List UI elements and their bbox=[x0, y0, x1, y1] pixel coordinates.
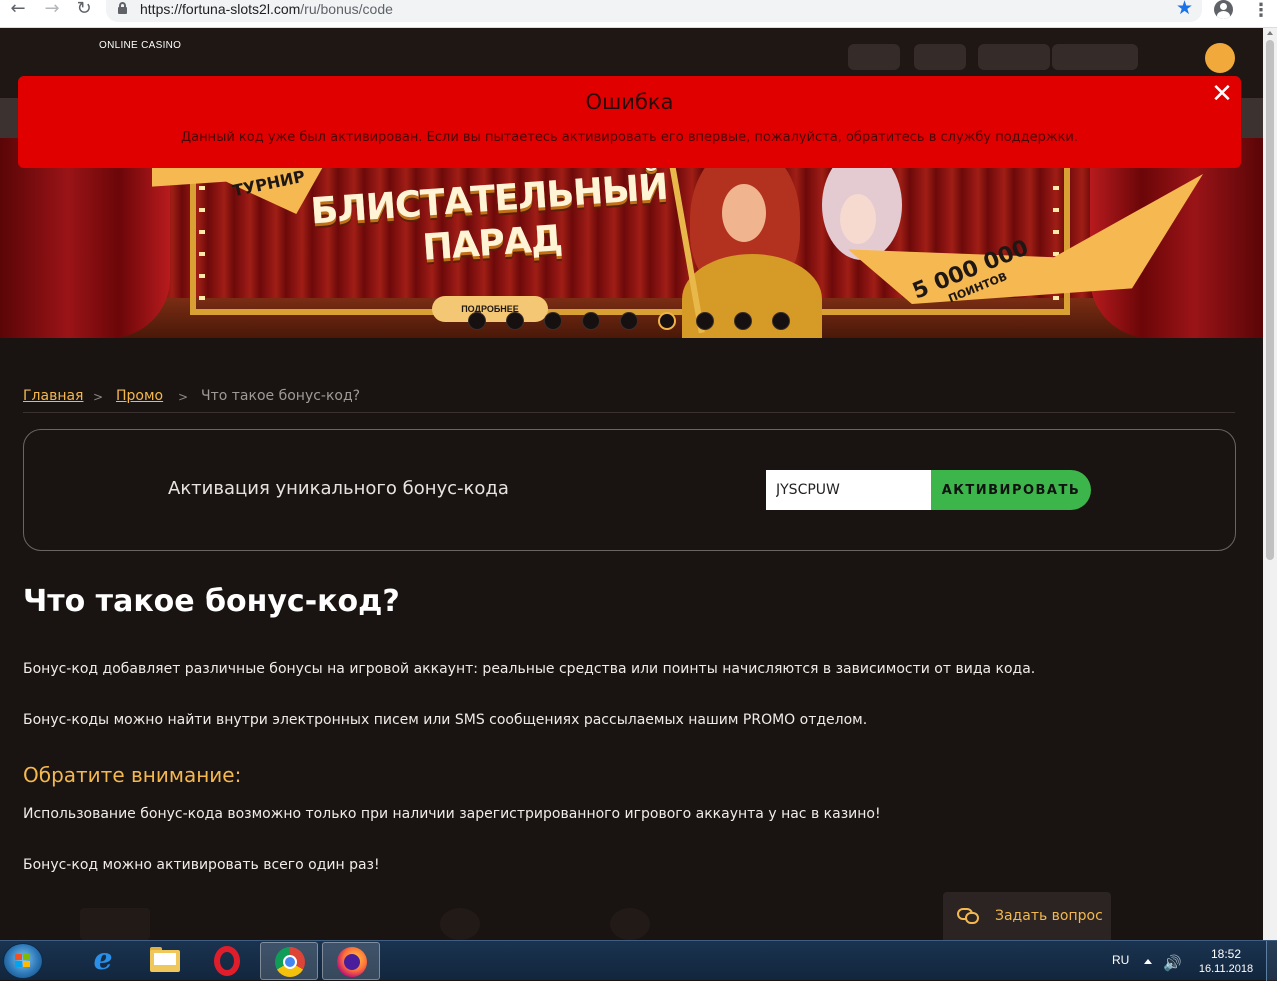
firefox-icon bbox=[337, 947, 367, 977]
lock-icon bbox=[118, 2, 127, 14]
scrollbar-thumb[interactable] bbox=[1266, 40, 1274, 560]
taskbar-app-opera[interactable] bbox=[198, 942, 256, 980]
error-title: Ошибка bbox=[585, 90, 674, 114]
article-paragraph: Использование бонус-кода возможно только… bbox=[23, 806, 881, 822]
reload-icon[interactable]: ↻ bbox=[72, 0, 96, 20]
slider-dot[interactable] bbox=[468, 312, 486, 330]
slider-dot[interactable] bbox=[772, 312, 790, 330]
tray-expand-icon[interactable] bbox=[1144, 959, 1152, 964]
slider-dot[interactable] bbox=[506, 312, 524, 330]
ask-question-label: Задать вопрос bbox=[995, 908, 1103, 924]
page-title: Что такое бонус-код? bbox=[23, 584, 400, 619]
browser-toolbar: ← → ↻ https://fortuna-slots2l.com/ru/bon… bbox=[0, 0, 1277, 28]
url-path: /ru/bonus/code bbox=[300, 1, 393, 17]
scroll-up-arrow-icon[interactable] bbox=[1267, 31, 1273, 35]
promo-banner[interactable]: ТУРНИР БЛИСТАТЕЛЬНЫЙ ПАРАД 5 000 000 ПОИ… bbox=[0, 138, 1263, 338]
clock-date: 16.11.2018 bbox=[1198, 963, 1254, 975]
slider-dot[interactable] bbox=[544, 312, 562, 330]
article-paragraph: Бонус-код добавляет различные бонусы на … bbox=[23, 661, 1036, 677]
windows-taskbar: e RU 🔊 18:52 16.11.2018 bbox=[0, 940, 1277, 981]
breadcrumb-separator: > bbox=[178, 390, 189, 404]
footer-logo bbox=[440, 908, 480, 940]
more-button[interactable]: ПОДРОБНЕЕ bbox=[432, 296, 548, 322]
clock-time: 18:52 bbox=[1210, 947, 1242, 961]
start-button[interactable] bbox=[3, 943, 43, 979]
taskbar-app-internet-explorer[interactable]: e bbox=[74, 942, 132, 980]
article-paragraph: Бонус-код можно активировать всего один … bbox=[23, 857, 380, 873]
language-indicator[interactable]: RU bbox=[1112, 953, 1129, 967]
volume-icon[interactable]: 🔊 bbox=[1163, 954, 1182, 972]
header-button[interactable] bbox=[848, 44, 900, 70]
scrollbar[interactable] bbox=[1263, 28, 1277, 940]
slider-dot[interactable] bbox=[696, 312, 714, 330]
curtain-left bbox=[0, 138, 170, 338]
divider bbox=[23, 412, 1235, 413]
error-notification: Ошибка Данный код уже был активирован. Е… bbox=[18, 76, 1241, 168]
ask-question-button[interactable]: Задать вопрос bbox=[943, 892, 1111, 940]
activate-button[interactable]: АКТИВИРОВАТЬ bbox=[931, 470, 1091, 510]
bonus-code-input[interactable] bbox=[766, 470, 932, 510]
header-button[interactable] bbox=[978, 44, 1050, 70]
clock[interactable]: 18:52 16.11.2018 bbox=[1194, 947, 1258, 977]
internet-explorer-icon: e bbox=[93, 942, 113, 977]
slider-dot[interactable] bbox=[620, 312, 638, 330]
account-icon[interactable] bbox=[1214, 0, 1233, 19]
header-button[interactable] bbox=[1052, 44, 1138, 70]
page-viewport: ONLINE CASINO ТУРНИР БЛИСТАТЕЛЬНЫЙ ПАРАД bbox=[0, 28, 1263, 940]
taskbar-app-firefox[interactable] bbox=[322, 942, 380, 980]
taskbar-app-file-explorer[interactable] bbox=[136, 942, 194, 980]
back-arrow-icon[interactable]: ← bbox=[6, 0, 30, 20]
footer-logo bbox=[80, 908, 150, 940]
breadcrumb-promo-link[interactable]: Промо bbox=[116, 388, 163, 404]
browser-menu-icon[interactable]: ⋮ bbox=[1252, 0, 1270, 21]
show-desktop-button[interactable] bbox=[1266, 941, 1277, 981]
bonus-activation-panel: Активация уникального бонус-кода АКТИВИР… bbox=[23, 429, 1236, 551]
opera-icon bbox=[214, 946, 240, 976]
bookmark-star-icon[interactable]: ★ bbox=[1176, 0, 1193, 19]
close-icon[interactable]: ✕ bbox=[1210, 81, 1234, 107]
header-button[interactable] bbox=[914, 44, 966, 70]
chrome-icon bbox=[275, 947, 305, 977]
article-paragraph: Бонус-коды можно найти внутри электронны… bbox=[23, 712, 868, 728]
slider-dot[interactable] bbox=[734, 312, 752, 330]
forward-arrow-icon[interactable]: → bbox=[40, 0, 64, 20]
address-bar[interactable]: https://fortuna-slots2l.com/ru/bonus/cod… bbox=[106, 0, 1202, 22]
banner-characters bbox=[669, 144, 922, 338]
logo-text[interactable]: ONLINE CASINO bbox=[99, 40, 181, 51]
footer-logo bbox=[610, 908, 650, 940]
taskbar-app-chrome[interactable] bbox=[260, 942, 318, 980]
url-host: https://fortuna-slots2l.com bbox=[140, 1, 301, 17]
slider-dot[interactable] bbox=[582, 312, 600, 330]
breadcrumb-home-link[interactable]: Главная bbox=[23, 388, 83, 404]
breadcrumb-current: Что такое бонус-код? bbox=[201, 388, 361, 404]
windows-logo-icon bbox=[15, 954, 31, 968]
breadcrumb-separator: > bbox=[93, 390, 104, 404]
url-text: https://fortuna-slots2l.com/ru/bonus/cod… bbox=[140, 1, 393, 17]
notice-heading: Обратите внимание: bbox=[23, 763, 242, 787]
avatar[interactable] bbox=[1205, 43, 1235, 73]
error-message: Данный код уже был активирован. Если вы … bbox=[180, 130, 1079, 145]
activation-label: Активация уникального бонус-кода bbox=[168, 478, 509, 499]
chat-bubbles-icon bbox=[957, 908, 979, 924]
slider-dot[interactable] bbox=[658, 312, 676, 330]
